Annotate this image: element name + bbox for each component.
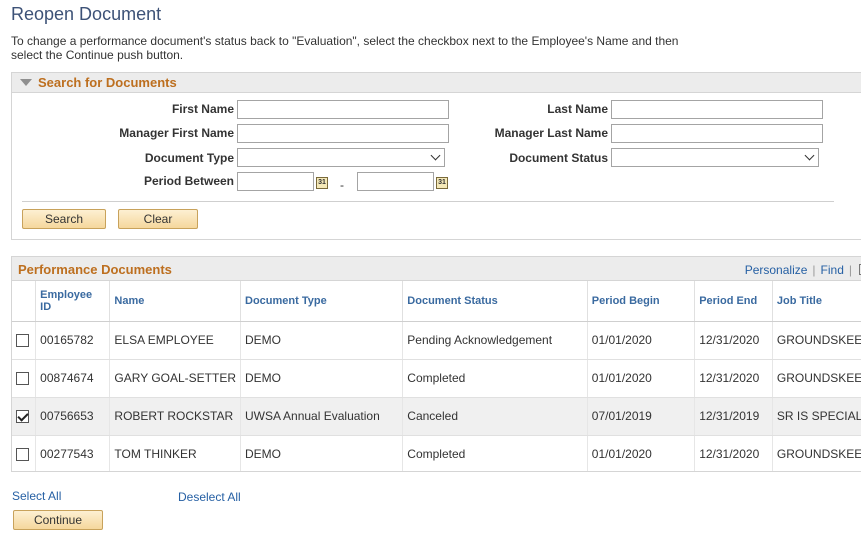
name-cell: TOM THINKER (109, 435, 242, 471)
job-title-cell: SR IS SPECIALIST (772, 397, 861, 436)
find-link[interactable]: Find (821, 263, 844, 277)
document-status-cell: Canceled (402, 397, 588, 436)
grid-header-bar: Performance Documents Personalize | Find | (12, 257, 861, 281)
search-divider (22, 201, 834, 202)
row-checkbox[interactable] (16, 448, 29, 462)
period-begin-cell: 01/01/2020 (587, 435, 696, 471)
first-name-input[interactable] (237, 100, 449, 119)
row-select-cell (12, 397, 37, 436)
column-header[interactable]: Document Status (402, 281, 588, 322)
documents-table: Employee ID Name Document Type Document … (12, 281, 861, 471)
first-name-label: First Name (171, 102, 234, 116)
period-begin-cell: 01/01/2020 (587, 321, 696, 360)
document-status-cell: Completed (402, 359, 588, 398)
select-column-header (12, 281, 37, 322)
period-start-input[interactable] (237, 172, 314, 191)
column-header[interactable]: Period Begin (587, 281, 696, 322)
job-title-cell: GROUNDSKEEPER (772, 321, 861, 360)
row-select-cell (12, 359, 37, 398)
table-row: 00756653 ROBERT ROCKSTAR UWSA Annual Eva… (12, 397, 861, 436)
performance-documents-grid: Performance Documents Personalize | Find | … (11, 256, 861, 472)
clear-button[interactable]: Clear (118, 209, 198, 229)
deselect-all-link[interactable]: Deselect All (178, 490, 241, 504)
name-cell: GARY GOAL-SETTER (109, 359, 242, 398)
period-begin-cell: 01/01/2020 (587, 359, 696, 398)
personalize-link[interactable]: Personalize (745, 263, 808, 277)
collapse-triangle-icon[interactable] (20, 79, 32, 86)
period-end-cell: 12/31/2020 (694, 321, 773, 360)
grid-toolbar: Personalize | Find | (745, 263, 861, 277)
row-checkbox[interactable] (16, 372, 29, 386)
job-title-cell: GROUNDSKEEPER (772, 359, 861, 398)
grid-title: Performance Documents (18, 262, 172, 277)
name-cell: ELSA EMPLOYEE (109, 321, 242, 360)
table-row: 00874674 GARY GOAL-SETTER DEMO Completed… (12, 359, 861, 398)
document-type-cell: UWSA Annual Evaluation (240, 397, 404, 436)
document-status-select[interactable] (611, 148, 819, 167)
period-between-label: Period Between (143, 174, 234, 188)
column-header[interactable]: Job Title (772, 281, 861, 322)
employee-id-cell: 00756653 (35, 397, 111, 436)
manager-last-name-input[interactable] (611, 124, 823, 143)
period-end-cell: 12/31/2020 (694, 359, 773, 398)
document-type-label: Document Type (144, 151, 234, 165)
column-header[interactable]: Name (109, 281, 242, 322)
search-section-header[interactable]: Search for Documents (12, 73, 861, 93)
column-header[interactable]: Document Type (240, 281, 404, 322)
document-type-cell: DEMO (240, 435, 404, 471)
period-separator: - (340, 178, 344, 192)
row-checkbox[interactable] (16, 334, 29, 348)
chevron-down-icon (804, 150, 815, 161)
period-end-input[interactable] (357, 172, 434, 191)
page-title: Reopen Document (11, 4, 162, 24)
period-end-cell: 12/31/2020 (694, 435, 773, 471)
name-cell: ROBERT ROCKSTAR (109, 397, 242, 436)
document-status-cell: Completed (402, 435, 588, 471)
period-end-cell: 12/31/2019 (694, 397, 773, 436)
table-row: 00165782 ELSA EMPLOYEE DEMO Pending Ackn… (12, 321, 861, 360)
employee-id-cell: 00874674 (35, 359, 111, 398)
last-name-label: Last Name (547, 102, 608, 116)
row-select-cell (12, 321, 37, 360)
document-type-cell: DEMO (240, 321, 404, 360)
manager-last-name-label: Manager Last Name (494, 126, 608, 140)
job-title-cell: GROUNDSKEEPER (772, 435, 861, 471)
employee-id-cell: 00165782 (35, 321, 111, 360)
search-group-box: Search for Documents First Name Last Nam… (11, 72, 861, 240)
calendar-icon[interactable]: 31 (436, 177, 448, 189)
manager-first-name-input[interactable] (237, 124, 449, 143)
row-select-cell (12, 435, 37, 471)
search-section-title: Search for Documents (38, 75, 177, 90)
search-button[interactable]: Search (22, 209, 106, 229)
last-name-input[interactable] (611, 100, 823, 119)
column-header[interactable]: Employee ID (35, 281, 111, 322)
calendar-icon[interactable]: 31 (316, 177, 328, 189)
table-header-row: Employee ID Name Document Type Document … (12, 281, 861, 322)
document-status-label: Document Status (509, 151, 608, 165)
instructions-text: To change a performance document's statu… (11, 34, 679, 62)
period-begin-cell: 07/01/2019 (587, 397, 696, 436)
select-all-link[interactable]: Select All (12, 489, 61, 503)
employee-id-cell: 00277543 (35, 435, 111, 471)
continue-button[interactable]: Continue (13, 510, 103, 530)
document-type-cell: DEMO (240, 359, 404, 398)
column-header[interactable]: Period End (694, 281, 773, 322)
row-checkbox[interactable] (16, 410, 29, 424)
document-type-select[interactable] (237, 148, 445, 167)
document-status-cell: Pending Acknowledgement (402, 321, 588, 360)
table-row: 00277543 TOM THINKER DEMO Completed 01/0… (12, 435, 861, 471)
manager-first-name-label: Manager First Name (119, 126, 234, 140)
